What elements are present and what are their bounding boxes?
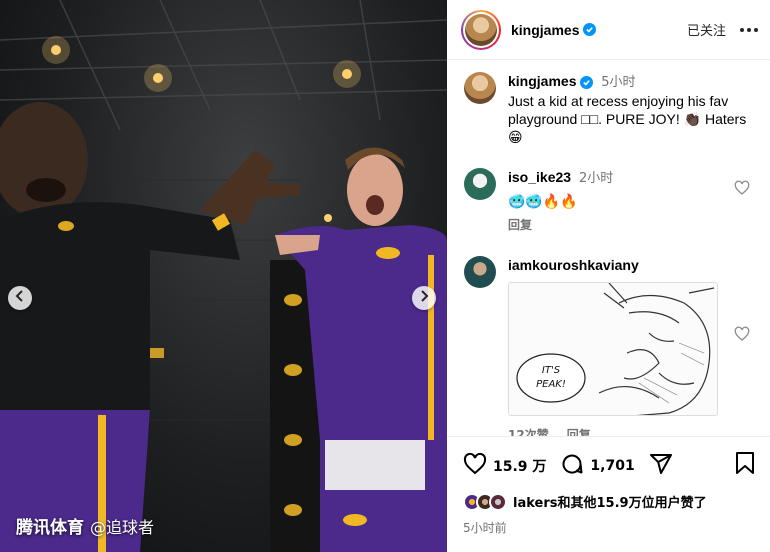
post-side-panel: kingjames 已关注 kingjames 5小时 Just a kid a… (447, 0, 770, 552)
follow-button[interactable]: 已关注 (687, 20, 726, 39)
share-button[interactable] (649, 452, 673, 480)
post-timestamp: 5小时前 (463, 521, 507, 535)
caption-avatar[interactable] (464, 72, 496, 104)
verified-badge-icon (580, 76, 594, 89)
author-name-group: kingjames (511, 22, 597, 38)
liked-by-row[interactable]: lakers和其他15.9万位用户赞了 (463, 492, 756, 511)
comment-time: 2小时 (578, 171, 614, 186)
heart-icon (463, 452, 487, 480)
like-button[interactable]: 15.9 万 (463, 452, 546, 480)
post-actions: 15.9 万 1,701 lakers和其他15.9万位用户赞了 5小时前 (447, 436, 770, 536)
commenter-avatar[interactable] (464, 256, 496, 288)
watermark-author: @追球者 (90, 517, 155, 537)
post-header: kingjames 已关注 (447, 0, 770, 60)
caption-username[interactable]: kingjames (508, 73, 576, 89)
author-avatar (465, 13, 497, 46)
likes-count: 15.9 万 (493, 458, 547, 475)
liker-avatar (489, 492, 507, 511)
author-username[interactable]: kingjames (511, 22, 579, 38)
reply-button[interactable]: 回复 (508, 216, 756, 234)
comment-like-heart-icon[interactable] (734, 180, 750, 201)
more-options-icon[interactable] (740, 27, 758, 32)
manga-illustration: IT'S PEAK! (509, 283, 717, 415)
comments-count: 1,701 (590, 457, 635, 474)
liked-by-text: lakers和其他15.9万位用户赞了 (513, 496, 707, 511)
chevron-left-icon (14, 289, 26, 307)
comment-username[interactable]: iamkouroshkaviany (508, 257, 639, 273)
comment-likes-count[interactable]: 12次赞 (508, 426, 549, 436)
manga-speech-line-2: PEAK! (536, 379, 566, 390)
post-caption: kingjames 5小时 Just a kid at recess enjoy… (464, 72, 756, 146)
comment-item: iamkouroshkaviany IT'S PEAK! 12次赞 回复 (464, 256, 756, 436)
watermark: 腾讯体育 @追球者 (16, 513, 155, 539)
author-avatar-ring[interactable] (461, 9, 501, 50)
verified-badge-icon (583, 23, 597, 36)
watermark-brand: 腾讯体育 (16, 518, 84, 538)
comment-button[interactable]: 1,701 (560, 452, 635, 480)
comment-like-heart-icon[interactable] (734, 326, 750, 347)
send-icon (649, 452, 673, 480)
reply-button[interactable]: 回复 (567, 426, 591, 436)
comment-text: 🥶🥶🔥🔥 (508, 193, 578, 209)
comment-image[interactable]: IT'S PEAK! (508, 282, 718, 416)
chevron-right-icon (418, 289, 430, 307)
comments-list: kingjames 5小时 Just a kid at recess enjoy… (447, 60, 770, 436)
comment-item: iso_ike23 2小时 🥶🥶🔥🔥 回复 (464, 168, 756, 234)
bookmark-icon (734, 452, 756, 479)
caption-text: Just a kid at recess enjoying his fav pl… (508, 93, 747, 145)
post-photo: 腾讯体育 @追球者 (0, 0, 447, 552)
comment-icon (560, 452, 584, 480)
liked-by-avatars (463, 492, 507, 511)
previous-photo-button[interactable] (8, 286, 32, 310)
manga-speech-line-1: IT'S (542, 365, 561, 376)
comment-username[interactable]: iso_ike23 (508, 169, 571, 185)
commenter-avatar[interactable] (464, 168, 496, 200)
save-button[interactable] (734, 451, 756, 480)
caption-time: 5小时 (601, 75, 636, 90)
photo-scene (0, 0, 447, 552)
next-photo-button[interactable] (412, 286, 436, 310)
